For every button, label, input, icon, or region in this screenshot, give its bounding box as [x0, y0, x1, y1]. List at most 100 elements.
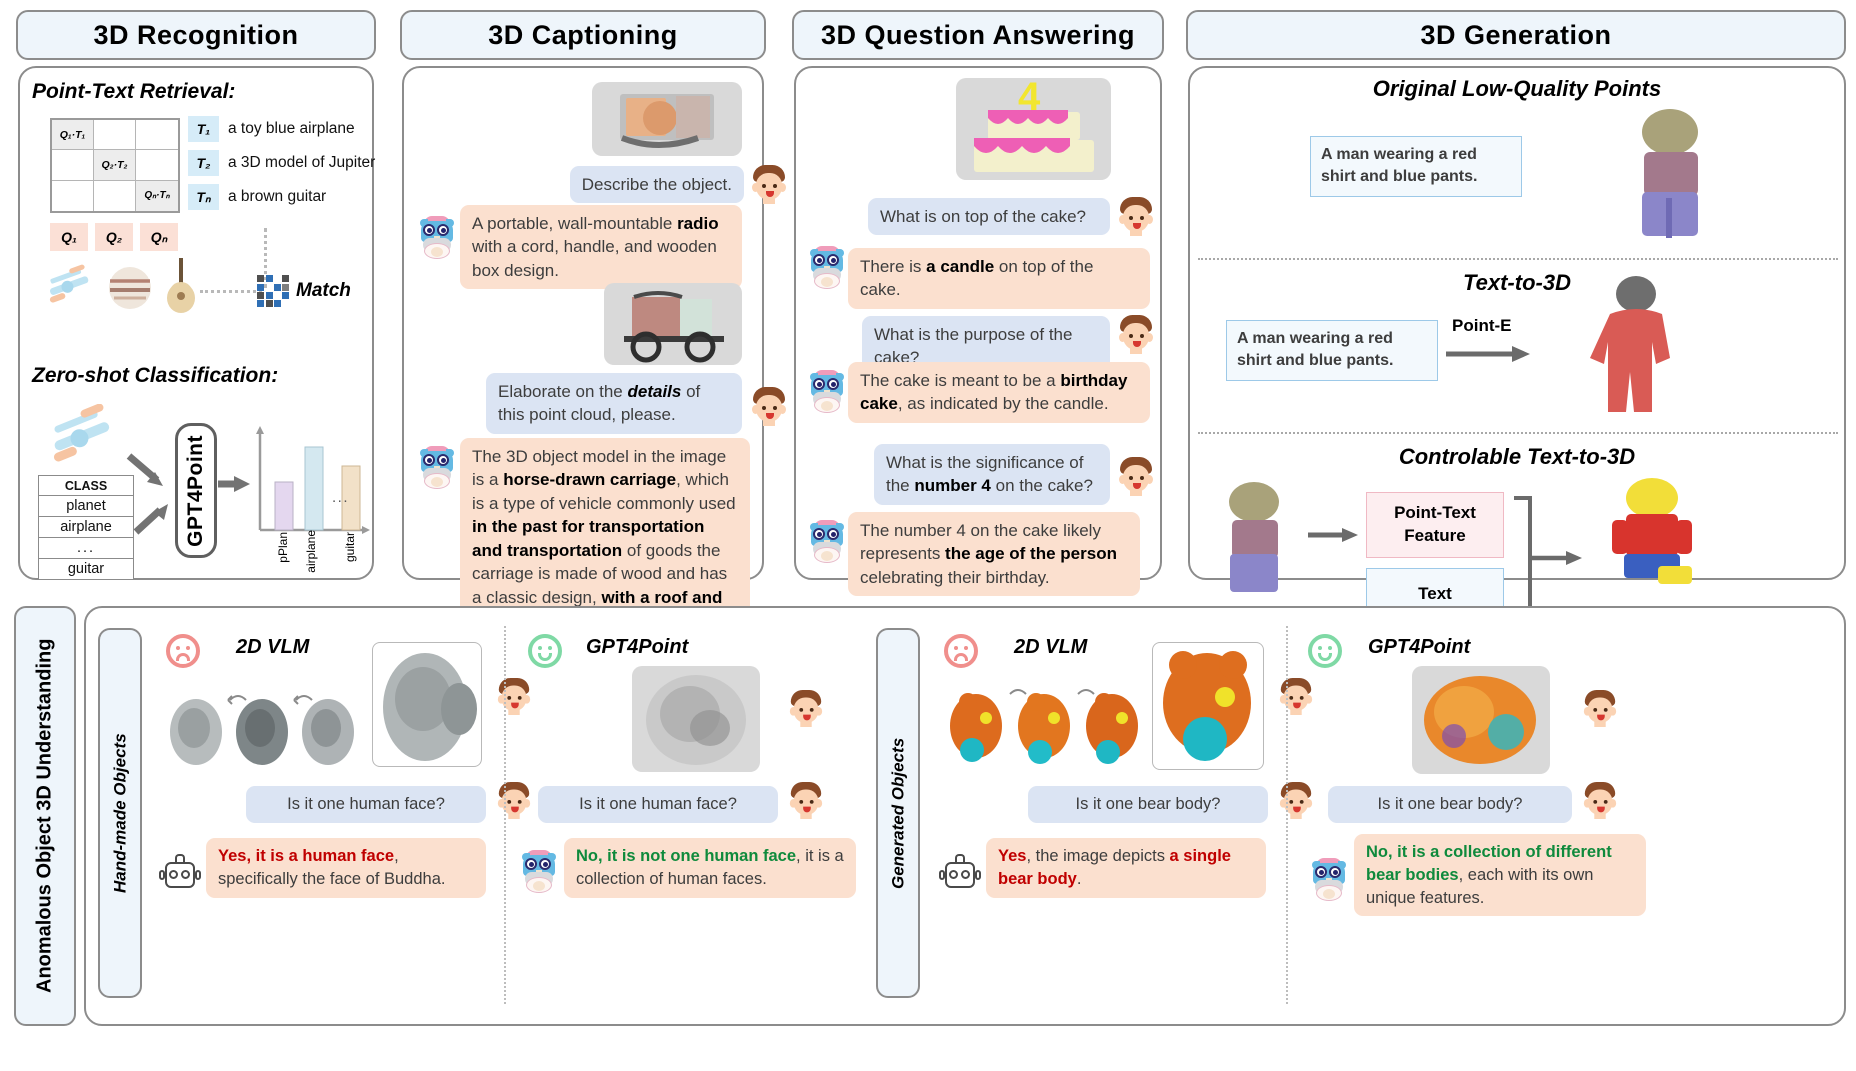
- user-avatar: [495, 677, 533, 715]
- panel-title-captioning-label: 3D Captioning: [488, 19, 678, 50]
- class-table-row: planet: [39, 496, 133, 517]
- anomalous-cell-divider: [504, 626, 506, 1004]
- text-value: a toy blue airplane: [228, 120, 355, 137]
- gpt4point-model-label: GPT4Point: [184, 434, 207, 547]
- cake-point-cloud-thumb: 4: [956, 78, 1111, 180]
- generation-divider-1: [1198, 258, 1838, 260]
- panel-title-qa: 3D Question Answering: [792, 10, 1164, 60]
- anomalous-side-label-text: Anomalous Object 3D Understanding: [33, 638, 56, 994]
- panel-title-generation: 3D Generation: [1186, 10, 1846, 60]
- matrix-cell-diag-3: Qₙ·Tₙ: [136, 180, 178, 211]
- lego-lowquality-pointcloud-1: [1642, 109, 1698, 238]
- user-avatar: [1581, 781, 1619, 819]
- user-avatar: [1277, 781, 1315, 819]
- query-chip-row: Q₁ Q₂ Qₙ: [50, 223, 178, 251]
- assistant-avatar: [416, 216, 458, 260]
- question-bubble: Is it one human face?: [246, 786, 486, 823]
- chart-xtick-label: airplane: [304, 530, 318, 573]
- group-label-generated: Generated Objects: [876, 628, 920, 998]
- answer-bubble: Yes, it is a human face, specifically th…: [206, 838, 486, 898]
- assistant-avatar: [416, 446, 458, 490]
- answer-bubble: The cake is meant to be a birthday cake,…: [848, 362, 1150, 423]
- text-input-label: Text: [1418, 584, 1452, 603]
- panel-title-recognition-label: 3D Recognition: [93, 19, 299, 50]
- matrix-cell-diag-1: Q₁·T₁: [52, 120, 94, 151]
- text-key-chip: Tₙ: [188, 184, 219, 210]
- group-label-hand-made: Hand-made Objects: [98, 628, 142, 998]
- question-bubble: Elaborate on the details of this point c…: [486, 373, 742, 434]
- zeroshot-bar-chart: ... pPlan airplane guitar: [252, 420, 372, 573]
- zeroshot-airplane-icon: [53, 404, 110, 462]
- matrix-cell: [94, 120, 136, 151]
- class-table: CLASS planet airplane ... guitar: [38, 475, 134, 580]
- carriage-point-cloud-thumb: [604, 283, 742, 365]
- svg-text:...: ...: [332, 489, 349, 506]
- generation-divider-2: [1198, 432, 1838, 434]
- generation-section-heading-3: Controlable Text-to-3D: [1398, 444, 1636, 469]
- arrow-model-to-chart-icon: [218, 476, 250, 492]
- panel-body-recognition: Point-Text Retrieval: Q₁·T₁ Q₂·T₂ Qₙ·Tₙ …: [18, 66, 376, 580]
- user-avatar: [749, 164, 789, 204]
- answer-bubble: The number 4 on the cake likely represen…: [848, 512, 1140, 597]
- matrix-cell: [52, 180, 94, 211]
- assistant-avatar: [806, 246, 848, 290]
- class-table-row: guitar: [67, 561, 105, 577]
- bear-pointcloud-thumb: [1412, 666, 1550, 774]
- happy-face-icon: [528, 634, 562, 668]
- answer-bubble: A portable, wall-mountable radio with a …: [460, 205, 742, 290]
- question-bubble: Is it one human face?: [538, 786, 778, 823]
- user-avatar: [1581, 689, 1619, 727]
- bear-closeup-thumb: [1152, 642, 1264, 770]
- happy-face-icon: [1308, 634, 1342, 668]
- panel-title-captioning: 3D Captioning: [400, 10, 766, 60]
- bear-multiview-icon: [950, 689, 1138, 764]
- matrix-cell-diag-2: Q₂·T₂: [94, 150, 136, 181]
- match-label: Match: [296, 280, 351, 301]
- chart-xtick-label: guitar: [343, 532, 357, 563]
- buddha-faces-multiview-icon: [170, 695, 354, 765]
- sad-face-icon: [166, 634, 200, 668]
- question-bubble: Is it one bear body?: [1328, 786, 1572, 823]
- assistant-avatar: [1308, 858, 1350, 902]
- user-avatar: [1116, 314, 1156, 354]
- radio-point-cloud-thumb: [592, 82, 742, 156]
- match-dotted-connector: [200, 290, 262, 293]
- answer-bubble: No, it is a collection of different bear…: [1354, 834, 1646, 917]
- panel-body-captioning: Describe the object. A portable, wall-mo…: [402, 66, 786, 640]
- sad-face-icon: [944, 634, 978, 668]
- text-key-chip: T₁: [188, 116, 219, 142]
- question-bubble: Is it one bear body?: [1028, 786, 1268, 823]
- robot-avatar: [938, 854, 982, 894]
- point-e-arrow-icon: [1446, 346, 1530, 362]
- answer-bubble: There is a candle on top of the cake.: [848, 248, 1150, 309]
- group-label-generated-text: Generated Objects: [888, 737, 908, 889]
- model-label-2dvlm-2: 2D VLM: [1014, 636, 1088, 658]
- generation-section-heading-2: Text-to-3D: [1463, 270, 1571, 295]
- panel-body-generation: Original Low-Quality Points A man wearin…: [1188, 66, 1846, 620]
- assistant-avatar: [518, 850, 560, 894]
- lego-lowquality-pointcloud-2: [1229, 482, 1279, 592]
- matrix-cell: [52, 150, 94, 181]
- user-avatar: [495, 781, 533, 819]
- matrix-cell: [136, 120, 178, 151]
- class-table-row: airplane: [39, 517, 133, 538]
- assistant-avatar: [806, 370, 848, 414]
- anomalous-cell-divider: [1286, 626, 1288, 1004]
- airplane-thumb-icon: [49, 264, 89, 303]
- model-label-2dvlm-1: 2D VLM: [236, 636, 310, 658]
- chart-xtick-label: pPlan: [276, 532, 290, 563]
- matrix-cell: [94, 180, 136, 211]
- point-e-arrow-label: Point-E: [1452, 316, 1512, 335]
- user-avatar: [749, 386, 789, 426]
- point-text-feature-label: Point-Text Feature: [1394, 503, 1476, 545]
- match-qr-icon: [257, 275, 289, 307]
- assistant-avatar: [806, 520, 848, 564]
- robot-avatar: [158, 854, 202, 894]
- answer-bubble: No, it is not one human face, it is a co…: [564, 838, 856, 898]
- user-avatar: [1277, 677, 1315, 715]
- guitar-thumb-icon: [167, 258, 195, 313]
- model-label-gpt4point-2: GPT4Point: [1368, 636, 1471, 658]
- user-avatar: [787, 689, 825, 727]
- user-avatar: [1116, 196, 1156, 236]
- text-value: a 3D model of Jupiter: [228, 154, 376, 171]
